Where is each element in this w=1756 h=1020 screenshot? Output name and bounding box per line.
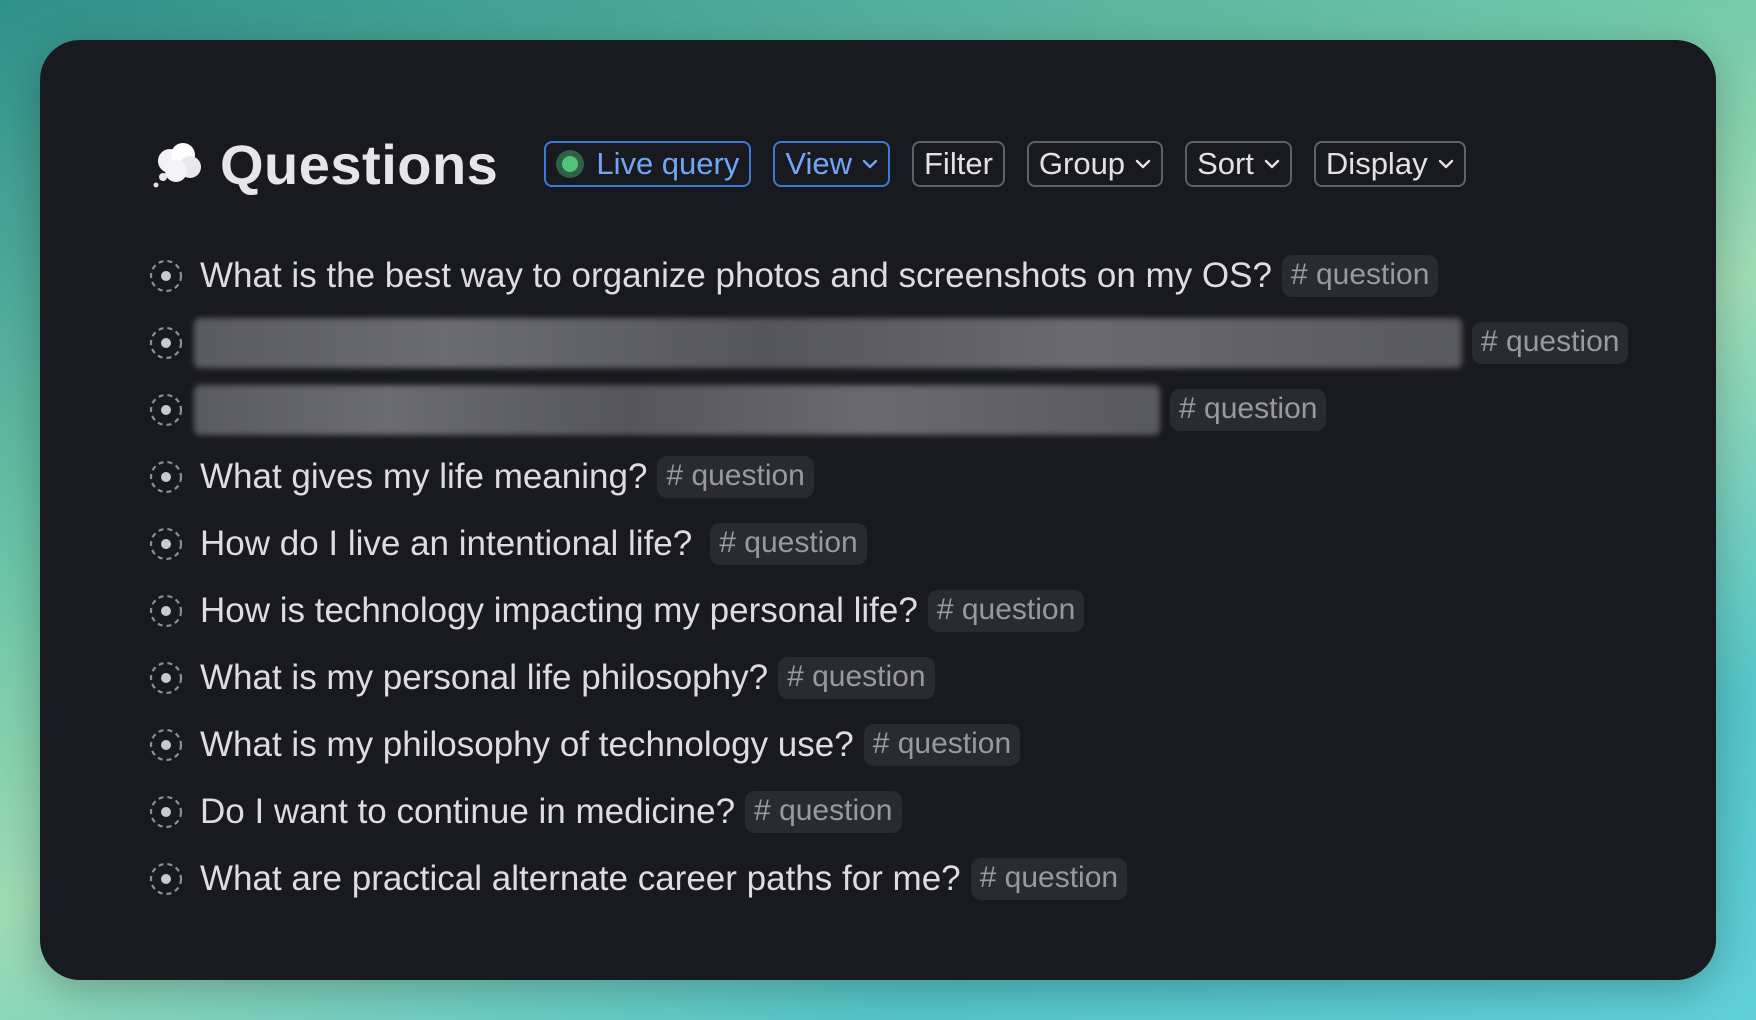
list-item[interactable]: What is my philosophy of technology use?… bbox=[148, 711, 1628, 778]
status-circle-icon[interactable] bbox=[148, 526, 184, 562]
sort-label: Sort bbox=[1197, 146, 1254, 181]
status-circle-icon[interactable] bbox=[148, 392, 184, 428]
list-item[interactable]: What gives my life meaning? # question bbox=[148, 443, 1628, 510]
list-item[interactable]: # question bbox=[148, 309, 1629, 376]
question-tag[interactable]: # question bbox=[1170, 388, 1327, 431]
chevron-down-icon bbox=[862, 159, 878, 169]
question-tag[interactable]: # question bbox=[1281, 254, 1439, 297]
question-tag[interactable]: # question bbox=[927, 589, 1085, 632]
item-text[interactable]: What is the best way to organize photos … bbox=[200, 256, 1272, 296]
display-label: Display bbox=[1325, 146, 1428, 181]
item-text[interactable]: Do I want to continue in medicine? bbox=[200, 792, 735, 832]
sort-dropdown[interactable]: Sort bbox=[1185, 141, 1292, 187]
list-item[interactable]: What is my personal life philosophy? # q… bbox=[148, 644, 1628, 711]
question-tag[interactable]: # question bbox=[657, 455, 814, 498]
thought-bubble-icon bbox=[153, 143, 201, 188]
status-circle-icon[interactable] bbox=[148, 861, 184, 897]
question-tag[interactable]: # question bbox=[710, 522, 867, 565]
status-circle-icon[interactable] bbox=[148, 325, 184, 361]
question-tag[interactable]: # question bbox=[1472, 321, 1629, 364]
status-circle-icon[interactable] bbox=[148, 593, 184, 629]
question-tag[interactable]: # question bbox=[970, 857, 1128, 900]
page-header: Questions Live query View Filter Group S… bbox=[150, 126, 1488, 202]
item-text[interactable]: How do I live an intentional life? bbox=[200, 524, 692, 564]
list-item[interactable]: # question bbox=[148, 376, 1628, 443]
question-list: What is the best way to organize photos … bbox=[148, 242, 1629, 912]
list-item[interactable]: How is technology impacting my personal … bbox=[148, 577, 1628, 644]
status-circle-icon[interactable] bbox=[148, 258, 184, 294]
chevron-down-icon bbox=[1264, 159, 1280, 169]
page-title: Questions bbox=[220, 132, 499, 196]
view-label: View bbox=[785, 146, 852, 181]
list-item[interactable]: What are practical alternate career path… bbox=[148, 845, 1628, 912]
redacted-text bbox=[194, 384, 1160, 435]
item-text[interactable]: What is my personal life philosophy? bbox=[200, 658, 768, 698]
item-text[interactable]: What are practical alternate career path… bbox=[200, 859, 961, 899]
questions-card: Questions Live query View Filter Group S… bbox=[40, 40, 1716, 980]
item-text[interactable]: How is technology impacting my personal … bbox=[200, 591, 918, 631]
live-query-label: Live query bbox=[596, 146, 740, 181]
status-circle-icon[interactable] bbox=[148, 660, 184, 696]
list-item[interactable]: How do I live an intentional life? # que… bbox=[148, 510, 1628, 577]
redacted-text bbox=[194, 317, 1462, 368]
filter-button[interactable]: Filter bbox=[912, 141, 1005, 187]
chevron-down-icon bbox=[1135, 159, 1151, 169]
group-label: Group bbox=[1038, 146, 1126, 181]
filter-label: Filter bbox=[924, 146, 993, 181]
group-dropdown[interactable]: Group bbox=[1026, 141, 1164, 187]
status-circle-icon[interactable] bbox=[148, 459, 184, 495]
item-text[interactable]: What gives my life meaning? bbox=[200, 457, 647, 497]
status-circle-icon[interactable] bbox=[148, 794, 184, 830]
question-tag[interactable]: # question bbox=[745, 790, 902, 833]
live-query-button[interactable]: Live query bbox=[544, 141, 752, 187]
live-status-icon bbox=[556, 150, 585, 178]
item-text[interactable]: What is my philosophy of technology use? bbox=[200, 725, 854, 765]
question-tag[interactable]: # question bbox=[863, 723, 1021, 766]
list-item[interactable]: Do I want to continue in medicine? # que… bbox=[148, 778, 1628, 845]
view-dropdown[interactable]: View bbox=[773, 141, 890, 187]
display-dropdown[interactable]: Display bbox=[1313, 141, 1466, 187]
chevron-down-icon bbox=[1438, 159, 1453, 169]
question-tag[interactable]: # question bbox=[778, 656, 935, 699]
list-item[interactable]: What is the best way to organize photos … bbox=[148, 242, 1628, 309]
status-circle-icon[interactable] bbox=[148, 727, 184, 763]
